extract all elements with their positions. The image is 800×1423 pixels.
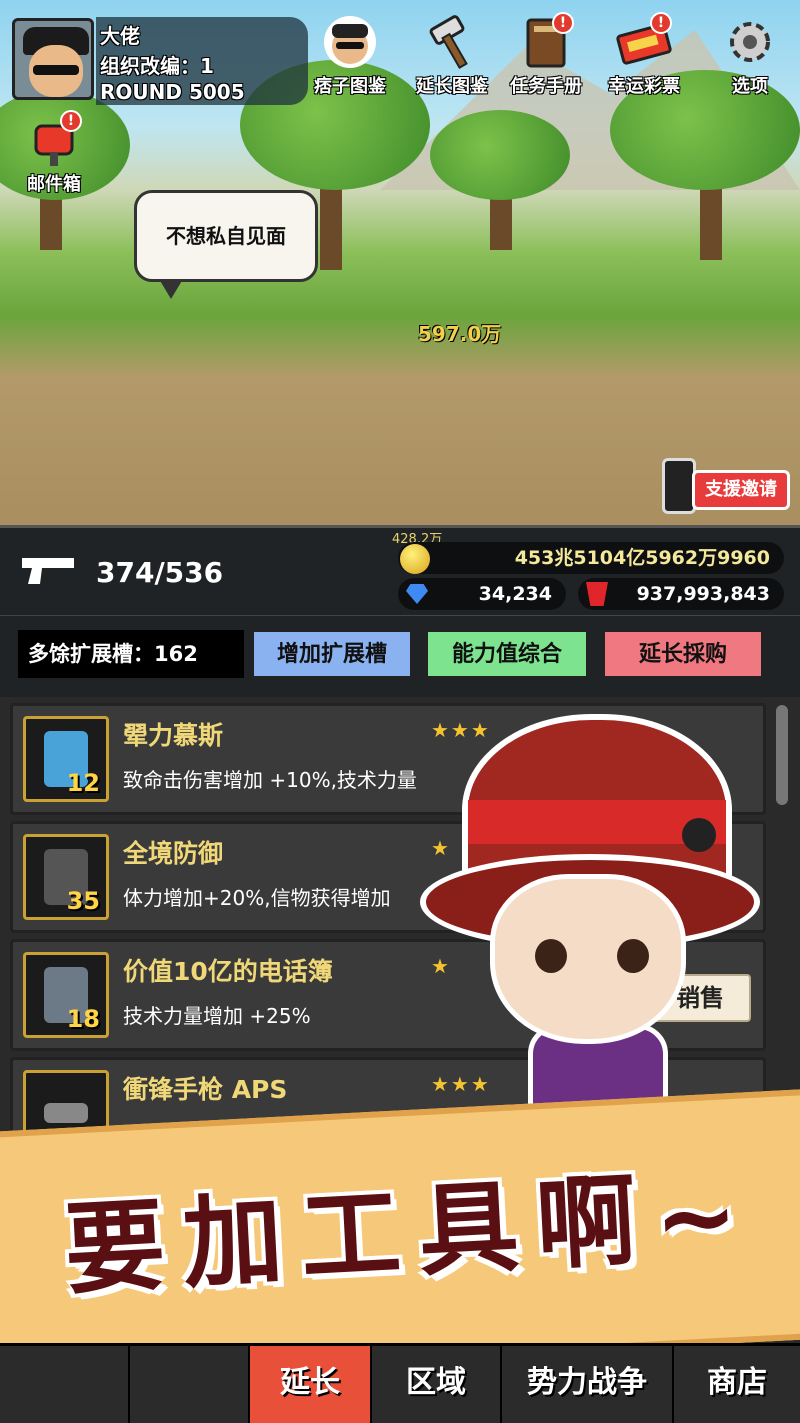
- tab-region[interactable]: 区域: [372, 1346, 502, 1423]
- bottom-nav: 延长 区域 势力战争 商店: [0, 1343, 800, 1423]
- gang-member: [190, 366, 244, 456]
- gang-member: [50, 370, 104, 460]
- item-level: 12: [66, 769, 100, 797]
- ruby-amount: 937,993,843: [578, 578, 784, 610]
- speech-bubble: 不想私自见面: [134, 190, 318, 299]
- resource-panel: 374/536 428.2万 453兆5104亿5962万9960 34,234…: [0, 525, 800, 615]
- slot-toolbar: 多馀扩展槽：162 增加扩展槽 能力值综合 延长採购: [0, 615, 800, 697]
- tab-hidden[interactable]: [130, 1346, 250, 1423]
- item-name: 衝锋手枪 APS: [123, 1075, 288, 1104]
- remaining-slots: 多馀扩展槽：162: [18, 630, 244, 678]
- item-name: 价值10亿的电话簿: [123, 957, 333, 986]
- phone-icon: [662, 458, 696, 514]
- game-screen: 不想私自见面 597.0万 支援邀请 大佬 组织改编：1 ROUND 5005 …: [0, 0, 800, 1423]
- gang-member: [680, 284, 734, 374]
- support-invite-button[interactable]: 支援邀请: [692, 470, 790, 510]
- item-name: 翚力慕斯: [123, 721, 224, 750]
- item-thumbnail: 35: [23, 834, 109, 920]
- floating-damage: 597.0万: [418, 322, 502, 346]
- topbar-label: 任务手册: [510, 76, 582, 97]
- smg-icon: [44, 1103, 88, 1123]
- gang-member: [690, 370, 744, 460]
- notification-badge: !: [552, 12, 574, 34]
- notification-badge: !: [650, 12, 672, 34]
- book-icon: !: [518, 12, 574, 70]
- gang-member: [740, 300, 794, 390]
- topbar-mission-book[interactable]: ! 任务手册: [496, 12, 596, 98]
- eye: [617, 939, 649, 973]
- tab-extend[interactable]: 延长: [250, 1346, 372, 1423]
- gang-member: [330, 290, 384, 380]
- tab-shop[interactable]: 商店: [674, 1346, 800, 1423]
- pistol-icon: [22, 558, 74, 584]
- topbar-label: 幸运彩票: [608, 76, 680, 97]
- mailbox-label: 邮件箱: [27, 174, 81, 195]
- gang-member: [240, 362, 294, 452]
- gang-member: [756, 384, 800, 474]
- gang-member: [500, 290, 554, 380]
- ability-summary-button[interactable]: 能力值综合: [426, 630, 588, 678]
- player-name: 大佬: [100, 24, 140, 48]
- topbar-label: 痞子图鉴: [314, 76, 386, 97]
- item-level: 18: [66, 1005, 100, 1033]
- mailbox-icon: !: [26, 110, 82, 168]
- extend-purchase-button[interactable]: 延长採购: [603, 630, 763, 678]
- mailbox-button[interactable]: ! 邮件箱: [4, 110, 104, 196]
- sunglasses-icon: [33, 65, 79, 75]
- topbar-options[interactable]: 选项: [700, 14, 800, 98]
- topbar-label: 选项: [732, 76, 768, 97]
- topbar-extend-codex[interactable]: 延长图鉴: [402, 14, 502, 98]
- avatar[interactable]: [12, 18, 94, 100]
- tab-faction-war[interactable]: 势力战争: [502, 1346, 674, 1423]
- item-description: 致命击伤害增加 +10%,技术力量: [123, 768, 417, 792]
- gold-amount: 453兆5104亿5962万9960: [398, 542, 784, 574]
- gangster-face-icon: [322, 14, 378, 70]
- item-thumbnail: 18: [23, 952, 109, 1038]
- gold-coin-icon: [400, 544, 430, 574]
- gang-member: [380, 360, 434, 450]
- hat-button: [682, 818, 716, 852]
- eye: [535, 939, 567, 973]
- item-name: 全境防御: [123, 839, 224, 868]
- item-level: 35: [66, 887, 100, 915]
- ammo-count: 374/536: [96, 556, 224, 589]
- add-slot-button[interactable]: 增加扩展槽: [252, 630, 412, 678]
- gang-member: [610, 380, 664, 470]
- girl-face: [490, 874, 686, 1044]
- tree-canopy: [430, 110, 570, 200]
- topbar-gangster-codex[interactable]: 痞子图鉴: [300, 14, 400, 98]
- gear-icon: [722, 14, 778, 70]
- notification-badge: !: [60, 110, 82, 132]
- item-thumbnail: 12: [23, 716, 109, 802]
- topbar-lottery[interactable]: ! 幸运彩票: [594, 12, 694, 98]
- gang-member: [300, 372, 354, 462]
- gang-member: [100, 380, 154, 470]
- hammer-icon: [424, 14, 480, 70]
- girl-character: [420, 704, 780, 1124]
- reorg-count: 组织改编：1: [100, 54, 214, 78]
- item-description: 技术力量增加 +25%: [123, 1004, 311, 1028]
- topbar-label: 延长图鉴: [416, 76, 488, 97]
- gang-member: [500, 376, 554, 466]
- item-description: 体力增加+20%,信物获得增加: [123, 886, 391, 910]
- gang-member: [20, 292, 74, 382]
- lottery-ticket-icon: !: [616, 12, 672, 70]
- tab-first[interactable]: [0, 1346, 130, 1423]
- round-number: ROUND 5005: [100, 80, 245, 104]
